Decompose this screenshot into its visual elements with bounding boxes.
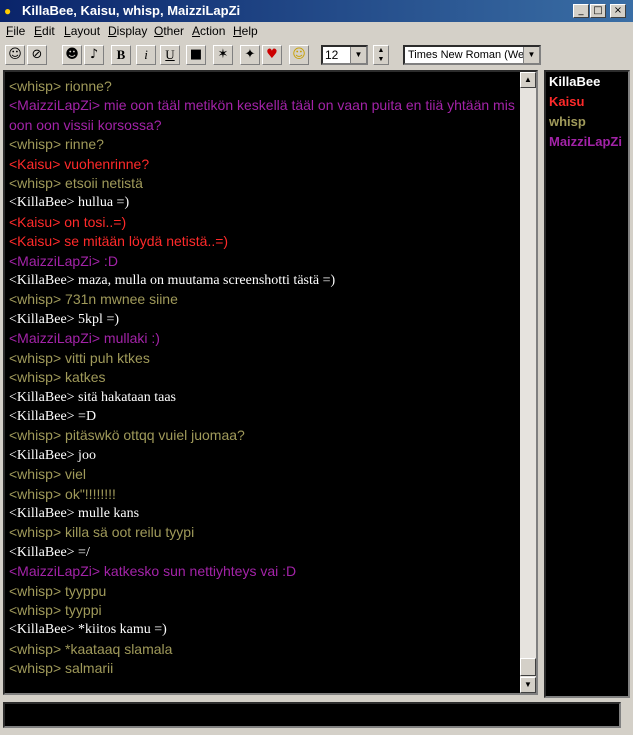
menu-layout[interactable]: Layout [64,24,100,38]
menu-edit[interactable]: Edit [34,24,55,38]
smiley-speech-icon[interactable]: ☺ [5,45,25,65]
chat-message: <whisp> ok"!!!!!!!! [9,485,116,502]
user-list-item[interactable]: Kaisu [546,92,628,112]
chat-message: <Kaisu> vuohenrinne? [9,155,150,172]
action-icon[interactable]: ✶ [213,45,233,65]
chat-message: <whisp> tyyppi [9,601,102,618]
maximize-button[interactable]: □ [590,4,606,18]
chat-message: <whisp> rionne? [9,78,112,94]
chat-message: <whisp> salmarii [9,660,114,677]
chat-bubble-icon: ● [4,4,12,18]
menu-bar: File Edit Layout Display Other Action Help [0,22,633,41]
chat-message: <KillaBee> sitä hakataan taas [9,389,177,405]
chat-message: <MaizziLapZi> katkesko sun nettiyhteys v… [9,563,297,580]
message-input-container [3,702,623,728]
chat-message: <whisp> etsoii netistä [9,175,143,192]
chat-window: ● KillaBee, Kaisu, whisp, MaizziLapZi _ … [0,0,633,735]
chat-message: <KillaBee> *kiitos kamu =) [9,622,167,638]
chat-message: <KillaBee> =/ [9,544,90,560]
smiley-icon[interactable]: ☺ [289,45,309,65]
chat-message: <Kaisu> on tosi..=) [9,213,127,230]
chat-message: <KillaBee> hullua =) [9,195,130,211]
user-list-item[interactable]: whisp [546,112,628,132]
chat-message: <KillaBee> maza, mulla on muutama screen… [9,273,336,289]
font-name-select[interactable]: Times New Roman (Wes ▼ [403,45,541,65]
window-title: KillaBee, Kaisu, whisp, MaizziLapZi [22,3,241,18]
scroll-down-arrow-icon[interactable]: ▼ [520,677,536,693]
menu-file[interactable]: File [6,24,25,38]
font-size-value: 12 [325,48,339,62]
message-input[interactable] [5,704,623,728]
chat-message: <whisp> tyyppu [9,582,107,599]
user-list-item[interactable]: KillaBee [546,72,628,92]
heart-icon[interactable]: ♥ [262,45,282,65]
chat-message: <whisp> vitti puh ktkes [9,349,150,366]
menu-other[interactable]: Other [154,24,184,38]
ban-icon[interactable]: ⊘ [27,45,47,65]
scroll-up-arrow-icon[interactable]: ▲ [520,72,536,88]
chat-message: <KillaBee> mulle kans [9,505,140,521]
chat-message: <whisp> katkes [9,369,106,386]
scroll-thumb[interactable] [520,658,536,676]
chat-message: <whisp> rinne? [9,136,104,153]
sound-icon[interactable]: ♪ [84,45,104,65]
chat-message: <MaizziLapZi> :D [9,252,118,269]
chat-log: <whisp> rionne? <MaizziLapZi> mie oon tää… [3,70,538,695]
chat-message: <MaizziLapZi> mie oon tääl metikön keske… [9,97,515,133]
chat-message: <KillaBee> 5kpl =) [9,311,119,327]
chat-message: <whisp> 731n mwnee siine [9,291,178,308]
minimize-button[interactable]: _ [573,4,589,18]
title-bar: ● KillaBee, Kaisu, whisp, MaizziLapZi _ … [0,0,633,22]
font-size-stepper[interactable]: ▲ ▼ [373,45,389,65]
italic-button[interactable]: i [136,45,156,65]
menu-action[interactable]: Action [192,24,225,38]
close-button[interactable]: × [610,4,626,18]
user-list: KillaBee Kaisu whisp MaizziLapZi [544,70,630,698]
chevron-down-icon[interactable]: ▼ [350,47,366,63]
chat-message: <whisp> pitäswkö ottqq vuiel juomaa? [9,427,245,444]
user-list-item[interactable]: MaizziLapZi [546,132,628,152]
menu-display[interactable]: Display [108,24,147,38]
bold-button[interactable]: B [111,45,131,65]
chat-message: <MaizziLapZi> mullaki :) [9,330,160,347]
underline-button[interactable]: U [160,45,180,65]
chat-message: <whisp> killa sä oot reilu tyypi [9,524,195,541]
chat-message: <whisp> viel [9,466,87,483]
color-icon[interactable]: ■ [186,45,206,65]
chat-message: <KillaBee> joo [9,447,96,463]
chat-message: <KillaBee> =D [9,408,97,424]
emoticon-icon[interactable]: ☻ [62,45,82,65]
chevron-down-icon[interactable]: ▼ [523,47,539,63]
font-size-select[interactable]: 12 ▼ [321,45,368,65]
chat-message: <whisp> *kaataaq slamala [9,640,173,657]
font-name-value: Times New Roman (Wes [408,49,530,61]
message-list: <whisp> rionne? <MaizziLapZi> mie oon tää… [9,77,521,679]
chat-scrollbar[interactable]: ▲ ▼ [520,72,536,693]
menu-help[interactable]: Help [233,24,258,38]
runner-icon[interactable]: ✦ [240,45,260,65]
chat-message: <Kaisu> se mitään löydä netistä..=) [9,233,229,250]
